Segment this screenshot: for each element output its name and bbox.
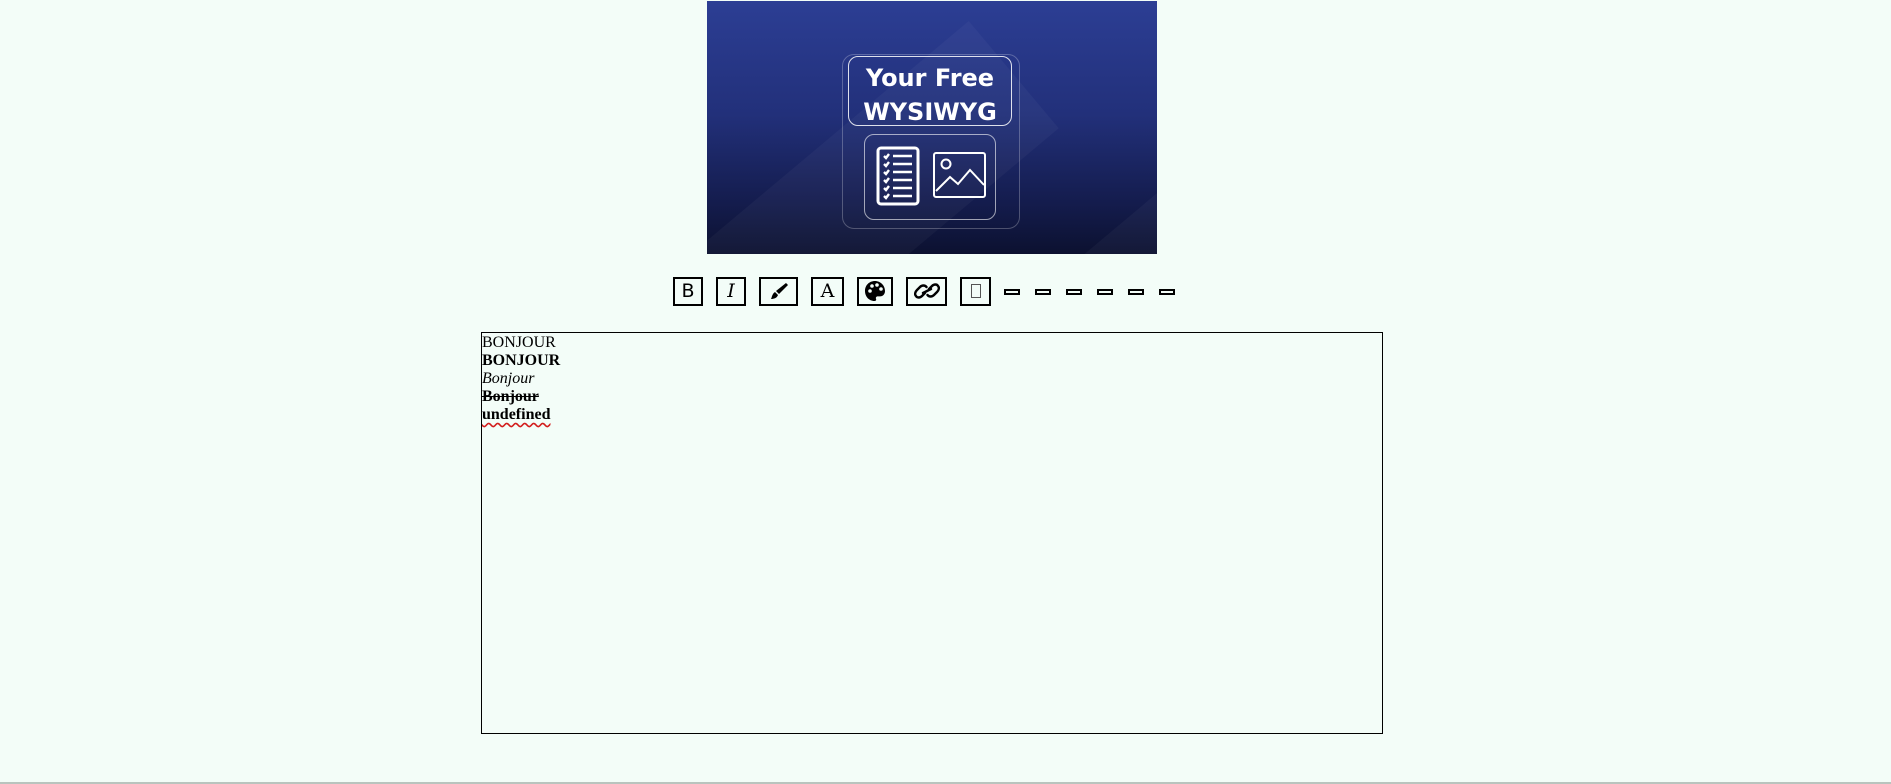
banner-title-line1: Your Free [865, 64, 995, 92]
editor-line-bold: BONJOUR [482, 352, 561, 369]
font-button[interactable]: A [811, 276, 844, 306]
dash-button-5[interactable] [1128, 289, 1144, 295]
banner-title-box: Your Free WYSIWYG [848, 56, 1012, 126]
checklist-document-icon [876, 146, 920, 206]
italic-button[interactable]: I [716, 276, 746, 306]
palette-icon [865, 281, 885, 301]
image-icon [933, 152, 986, 198]
editor-toolbar: B I A [673, 276, 1190, 306]
italic-icon: I [727, 280, 735, 302]
dash-button-6[interactable] [1159, 289, 1175, 295]
banner-title-line2: WYSIWYG [863, 98, 997, 126]
editor-line-spellcheck: undefined [482, 406, 551, 423]
missing-glyph-icon [970, 284, 981, 298]
editor-area[interactable]: BONJOUR BONJOUR Bonjour Bonjour undefine… [481, 332, 1383, 734]
dash-button-4[interactable] [1097, 289, 1113, 295]
link-button[interactable] [906, 276, 947, 306]
color-button[interactable] [857, 276, 893, 306]
brush-icon [770, 283, 788, 299]
unknown-glyph-button[interactable] [960, 276, 991, 306]
editor-line-italic: Bonjour [482, 370, 535, 387]
font-icon: A [820, 280, 835, 302]
bold-icon: B [681, 280, 695, 302]
dash-button-2[interactable] [1035, 289, 1051, 295]
editor-line-normal: BONJOUR [482, 334, 556, 351]
banner-image: Your Free WYSIWYG [707, 1, 1157, 254]
link-icon [913, 283, 940, 299]
page: Your Free WYSIWYG B I A BONJOUR BONJOUR … [0, 0, 1891, 784]
dash-button-1[interactable] [1004, 289, 1020, 295]
dash-button-3[interactable] [1066, 289, 1082, 295]
bold-button[interactable]: B [673, 276, 703, 306]
highlight-button[interactable] [759, 276, 798, 306]
editor-line-strikethrough: Bonjour [482, 388, 539, 405]
